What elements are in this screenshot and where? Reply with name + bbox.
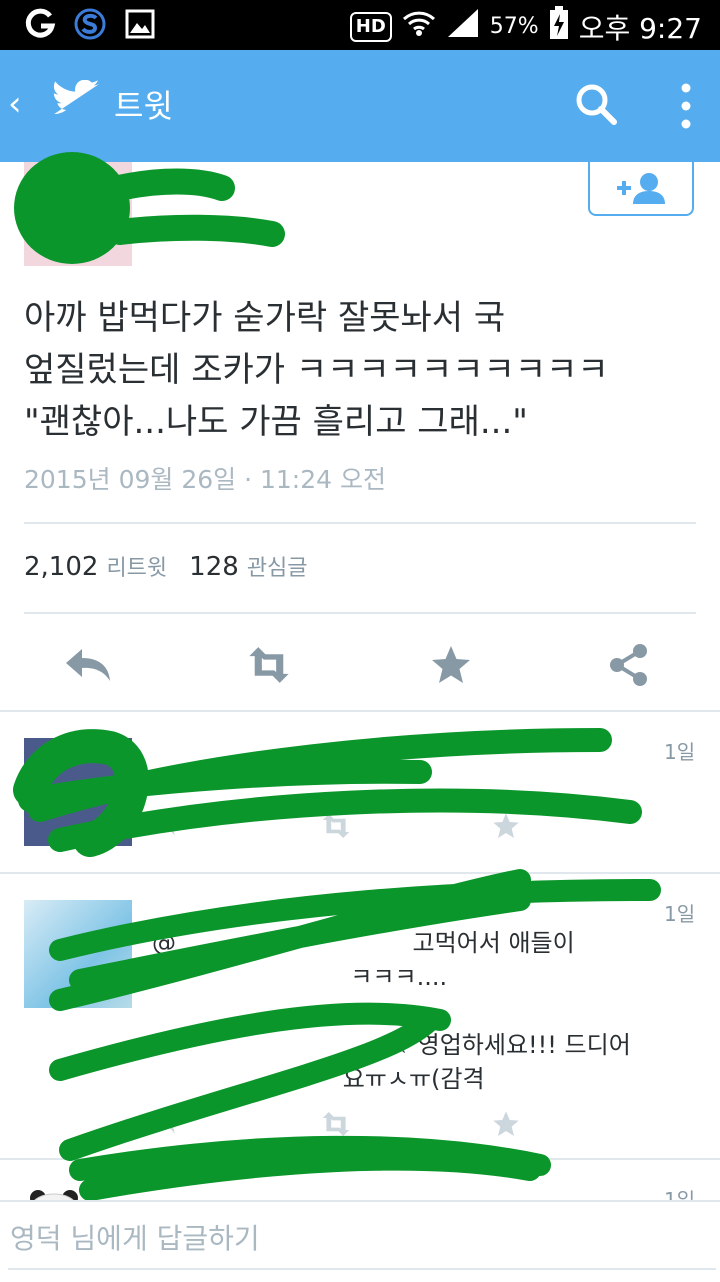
- reply-text: @ 고먹어서 애들이 ㅋㅋㅋ.... ...☆ 영업하세요!!! 드디어 요ㅠㅅ…: [152, 926, 692, 1096]
- reply-icon: [66, 649, 110, 681]
- star-icon: [432, 646, 470, 683]
- reply-avatar[interactable]: [24, 900, 132, 1008]
- add-user-icon: [617, 173, 665, 204]
- share-button[interactable]: [604, 640, 654, 690]
- reply-reply-button[interactable]: [144, 808, 180, 844]
- reply-reply-button[interactable]: [144, 1106, 180, 1142]
- divider: [24, 612, 696, 614]
- back-button[interactable]: ‹: [8, 84, 22, 124]
- twitter-bird-icon[interactable]: [44, 79, 100, 132]
- tweet-text-line: 아까 밥먹다가 숟가락 잘못놔서 국: [24, 298, 506, 338]
- battery-percent: 57%: [489, 14, 539, 39]
- retweet-icon: [249, 647, 289, 683]
- retweet-icon: [322, 1112, 350, 1136]
- reply-icon: [148, 1114, 175, 1134]
- clock: 오후 9:27: [578, 11, 702, 45]
- hd-voice-icon: HD: [349, 11, 392, 42]
- reply-text-line: @ 고먹어서 애들이: [152, 929, 575, 957]
- app-bar: ‹ 트윗: [0, 50, 720, 162]
- reply-text-line: ...☆ 영업하세요!!! 드디어: [152, 1031, 631, 1059]
- reply-tweet[interactable]: 1일 @ 고먹어서 애들이 ㅋㅋㅋ.... ...☆ 영업하세요!!! 드디어 …: [0, 874, 720, 1158]
- reply-favorite-button[interactable]: [488, 808, 524, 844]
- follow-button[interactable]: [588, 162, 694, 216]
- share-icon: [610, 644, 647, 686]
- reply-retweet-button[interactable]: [318, 1106, 354, 1142]
- reply-button[interactable]: [64, 640, 114, 690]
- reply-avatar[interactable]: [24, 1184, 132, 1200]
- panda-avatar-icon: [30, 1190, 78, 1200]
- more-vertical-icon: [681, 83, 691, 129]
- search-icon: [576, 84, 617, 125]
- reply-compose-bar: [0, 1200, 720, 1282]
- reply-text-line: 요ㅠㅅㅠ(감격: [152, 1065, 485, 1093]
- reply-time: 1일: [664, 740, 696, 764]
- reply-avatar[interactable]: [24, 738, 132, 846]
- retweet-label[interactable]: 리트윗: [106, 550, 167, 582]
- battery-icon: [549, 6, 569, 47]
- wifi-icon: [402, 7, 436, 46]
- favorite-button[interactable]: [426, 640, 476, 690]
- star-icon: [493, 1111, 519, 1136]
- status-bar: HD 57% 오후 9:27: [0, 0, 720, 50]
- retweet-icon: [322, 814, 350, 838]
- signal-icon: [446, 7, 480, 46]
- tweet-text-line: "괜찮아...나도 가끔 흘리고 그래...": [24, 402, 528, 442]
- notification-s-icon: [74, 8, 106, 40]
- reply-icon: [148, 816, 175, 836]
- retweet-button[interactable]: [244, 640, 294, 690]
- search-button[interactable]: [572, 80, 622, 130]
- star-icon: [493, 813, 519, 838]
- reply-input[interactable]: [8, 1208, 716, 1270]
- notification-image-icon: [124, 8, 156, 40]
- tweet-text-line: 엎질렀는데 조카가 ㅋㅋㅋㅋㅋㅋㅋㅋㅋㅋ: [24, 350, 609, 390]
- favorite-count[interactable]: 128: [189, 552, 239, 582]
- page-title: 트윗: [114, 87, 173, 125]
- tweet-actions: [0, 632, 720, 698]
- reply-time: 1일: [664, 1188, 696, 1200]
- favorite-label[interactable]: 관심글: [247, 550, 308, 582]
- reply-tweet[interactable]: 1일: [0, 712, 720, 872]
- reply-text-line: ㅋㅋㅋ....: [152, 963, 448, 991]
- notification-g-icon: [24, 8, 56, 40]
- retweet-count[interactable]: 2,102: [24, 552, 98, 582]
- tweet-timestamp: 2015년 09월 26일 · 11:24 오전: [24, 465, 386, 494]
- more-options-button[interactable]: [668, 80, 704, 132]
- tweet-text: 아까 밥먹다가 숟가락 잘못놔서 국 엎질렀는데 조카가 ㅋㅋㅋㅋㅋㅋㅋㅋㅋㅋ …: [24, 292, 704, 448]
- reply-tweet[interactable]: 1일: [0, 1160, 720, 1200]
- reply-retweet-button[interactable]: [318, 808, 354, 844]
- author-avatar[interactable]: [24, 162, 132, 266]
- tweet-stats: 2,102 리트윗 128 관심글: [24, 550, 330, 582]
- reply-time: 1일: [664, 902, 696, 926]
- divider: [24, 522, 696, 524]
- reply-text-line: [152, 994, 692, 1028]
- reply-favorite-button[interactable]: [488, 1106, 524, 1142]
